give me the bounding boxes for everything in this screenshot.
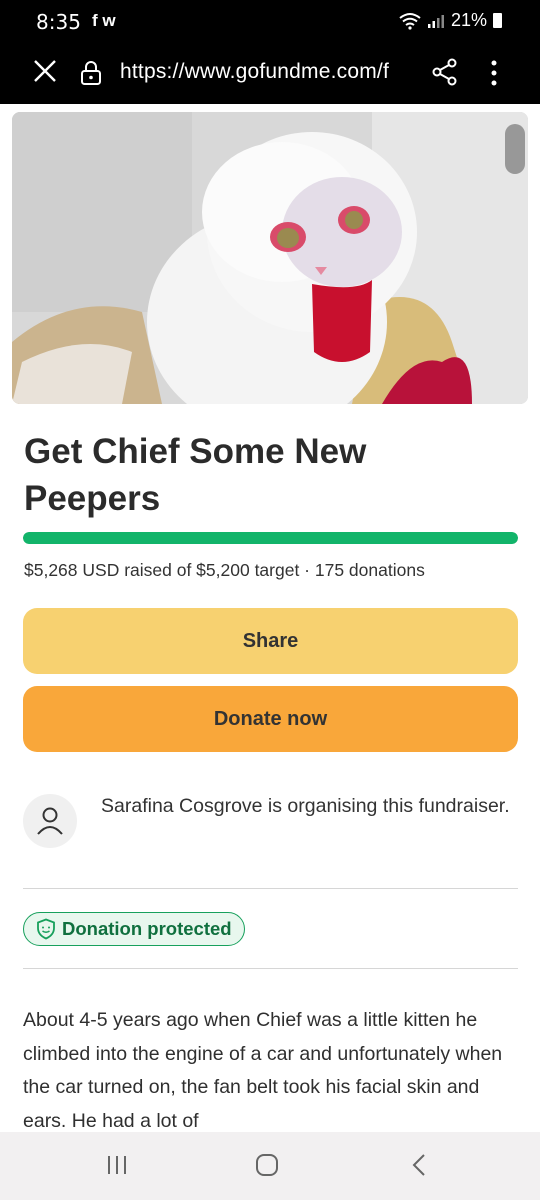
- notification-icons: f w: [92, 11, 116, 30]
- funding-progress-fill: [23, 532, 518, 544]
- organiser-text: Sarafina Cosgrove is organising this fun…: [101, 795, 510, 817]
- divider: [23, 968, 518, 969]
- badge-label: Donation protected: [62, 918, 232, 939]
- raised-summary: $5,268 USD raised of $5,200 target · 175…: [24, 560, 425, 580]
- back-icon[interactable]: [408, 1152, 430, 1178]
- close-icon[interactable]: [32, 58, 58, 84]
- cat-photo-illustration: [12, 112, 528, 404]
- lock-icon[interactable]: [80, 60, 102, 86]
- divider: [23, 888, 518, 889]
- campaign-story: About 4-5 years ago when Chief was a lit…: [23, 1009, 503, 1132]
- donate-button[interactable]: Donate now: [23, 686, 518, 752]
- share-icon[interactable]: [432, 58, 458, 86]
- more-vertical-icon[interactable]: [484, 58, 504, 88]
- status-bar: 8:35 f w 21%: [0, 0, 540, 44]
- donation-protected-badge[interactable]: Donation protected: [23, 912, 245, 946]
- share-button[interactable]: Share: [23, 608, 518, 674]
- signal-icon: [427, 14, 444, 28]
- browser-toolbar: https://www.gofundme.com/f: [0, 44, 540, 104]
- recent-apps-icon[interactable]: [106, 1152, 128, 1178]
- status-time: 8:35: [36, 10, 81, 34]
- campaign-title: Get Chief Some New Peepers: [24, 432, 367, 518]
- avatar: [23, 794, 77, 848]
- system-icons: 21%: [399, 10, 502, 31]
- organiser-section: Sarafina Cosgrove is organising this fun…: [23, 790, 518, 860]
- battery-icon: [493, 13, 502, 28]
- user-icon: [37, 807, 63, 835]
- home-icon[interactable]: [254, 1152, 280, 1178]
- system-navigation-bar: [0, 1132, 540, 1200]
- url-field[interactable]: https://www.gofundme.com/f: [120, 60, 415, 84]
- campaign-photo: [12, 112, 528, 404]
- shield-icon: [37, 918, 55, 940]
- funding-progress-bar: [23, 532, 518, 544]
- scroll-handle[interactable]: [505, 124, 525, 174]
- wifi-icon: [399, 12, 421, 30]
- battery-percent: 21%: [450, 10, 487, 30]
